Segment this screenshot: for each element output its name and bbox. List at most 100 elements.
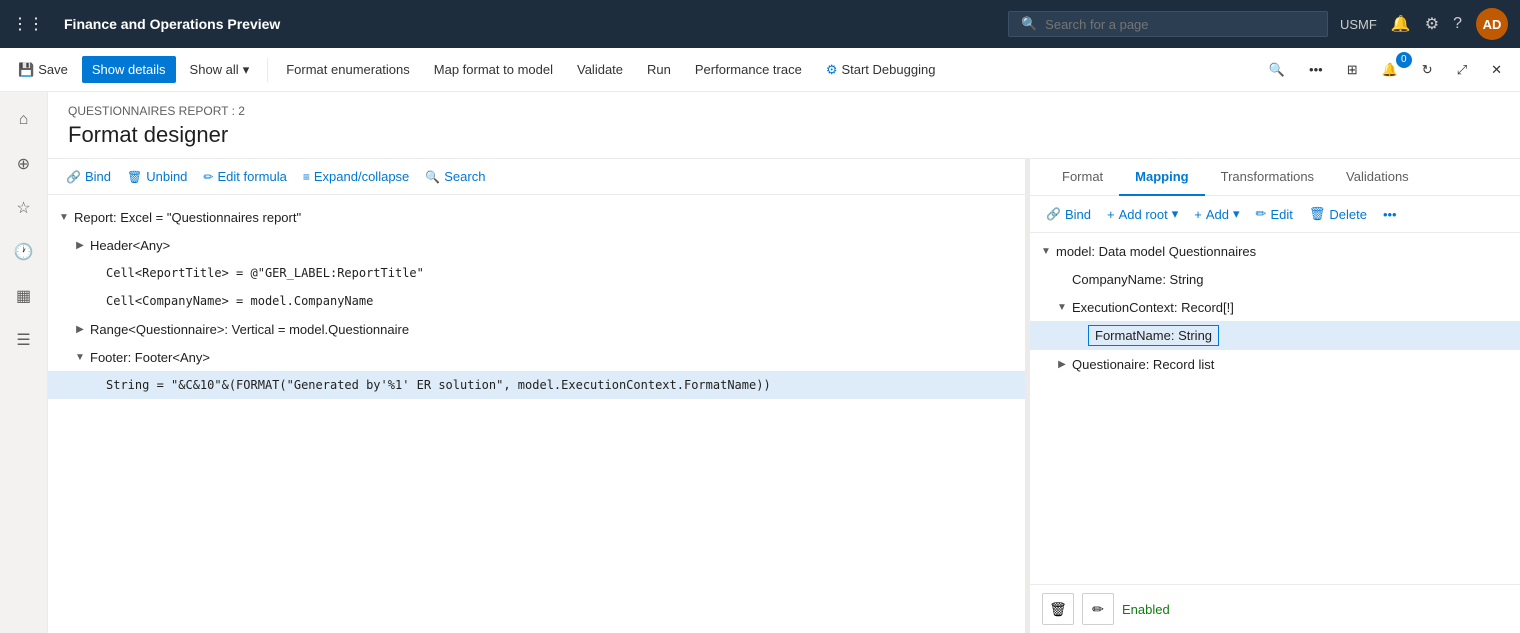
tab-mapping[interactable]: Mapping (1119, 159, 1204, 196)
help-icon[interactable]: ? (1453, 15, 1462, 33)
edit-pencil-icon: ✏ (1092, 601, 1104, 618)
format-enumerations-button[interactable]: Format enumerations (276, 56, 420, 83)
global-search[interactable]: 🔍 (1008, 11, 1328, 37)
tree-item[interactable]: ▶ Header<Any> (48, 231, 1025, 259)
mapping-bind-icon: 🔗 (1046, 207, 1061, 221)
format-toolbar: 🔗 Bind 🗑 Unbind ✏ Edit formula ≡ Expand/… (48, 159, 1025, 195)
no-expand-map-icon-2 (1070, 328, 1086, 344)
delete-mapping-button[interactable]: 🗑 Delete (1305, 204, 1371, 224)
top-nav: ⋮⋮ Finance and Operations Preview 🔍 USMF… (0, 0, 1520, 48)
run-button[interactable]: Run (637, 56, 681, 83)
edit-formula-button[interactable]: ✏ Edit formula (201, 167, 288, 186)
refresh-button[interactable]: ↻ (1412, 56, 1443, 84)
map-item-selected[interactable]: FormatName: String (1030, 321, 1520, 350)
search-input[interactable] (1045, 17, 1315, 32)
close-button[interactable]: ✕ (1481, 56, 1512, 84)
expand-collapse-button[interactable]: ≡ Expand/collapse (301, 167, 411, 186)
map-label: ExecutionContext: Record[!] (1072, 300, 1234, 315)
performance-trace-button[interactable]: Performance trace (685, 56, 812, 83)
add-button[interactable]: + Add ▾ (1190, 204, 1243, 224)
edit-mapping-button[interactable]: ✏ Edit (1252, 204, 1297, 224)
search-cmd-icon[interactable]: 🔍 (1259, 56, 1295, 84)
tree-item[interactable]: ▶ Range<Questionnaire>: Vertical = model… (48, 315, 1025, 343)
more-mapping-button[interactable]: ••• (1379, 205, 1401, 224)
grid-menu-icon[interactable]: ⋮⋮ (12, 14, 44, 34)
nav-right: USMF 🔔 ⚙ ? AD (1340, 8, 1508, 40)
collapse-map-icon-2: ▼ (1054, 299, 1070, 315)
unbind-button[interactable]: 🗑 Unbind (125, 167, 189, 186)
separator-1 (267, 58, 268, 82)
notification-count: 0 (1396, 52, 1412, 68)
map-item[interactable]: ▶ Questionaire: Record list (1030, 350, 1520, 378)
start-debugging-button[interactable]: ⚙ Start Debugging (816, 56, 946, 84)
map-item[interactable]: ▼ ExecutionContext: Record[!] (1030, 293, 1520, 321)
favorites-icon[interactable]: ☆ (4, 188, 44, 228)
no-expand-icon (88, 377, 104, 393)
save-icon: 💾 (18, 62, 34, 78)
expand-map-icon: ▶ (1054, 356, 1070, 372)
trash-icon: 🗑 (1049, 601, 1067, 618)
home-icon[interactable]: ⌂ (4, 100, 44, 140)
add-chevron: ▾ (1233, 206, 1240, 222)
chevron-down-icon: ▾ (243, 62, 250, 78)
mapping-bind-button[interactable]: 🔗 Bind (1042, 205, 1095, 224)
settings-icon[interactable]: ⚙ (1425, 14, 1439, 34)
map-label: FormatName: String (1088, 325, 1219, 346)
edit-mapping-icon: ✏ (1256, 206, 1267, 222)
notifications-button[interactable]: 🔔 0 (1372, 56, 1408, 84)
filter-icon[interactable]: ⊕ (4, 144, 44, 184)
status-badge: Enabled (1122, 602, 1170, 617)
notification-icon[interactable]: 🔔 (1391, 14, 1411, 34)
tree-item-selected[interactable]: String = "&C&10"&(FORMAT("Generated by'%… (48, 371, 1025, 399)
tree-item[interactable]: ▼ Report: Excel = "Questionnaires report… (48, 203, 1025, 231)
show-details-button[interactable]: Show details (82, 56, 176, 83)
edit-bottom-button[interactable]: ✏ (1082, 593, 1114, 625)
search-format-button[interactable]: 🔍 Search (423, 167, 487, 186)
map-label: model: Data model Questionnaires (1056, 244, 1256, 259)
tree-item[interactable]: Cell<CompanyName> = model.CompanyName (48, 287, 1025, 315)
add-root-button[interactable]: + Add root ▾ (1103, 204, 1182, 224)
tree-item[interactable]: ▼ Footer: Footer<Any> (48, 343, 1025, 371)
delete-mapping-icon: 🗑 (1309, 206, 1326, 222)
list-icon[interactable]: ☰ (4, 320, 44, 360)
map-item[interactable]: CompanyName: String (1030, 265, 1520, 293)
map-label: CompanyName: String (1072, 272, 1204, 287)
map-format-to-model-button[interactable]: Map format to model (424, 56, 563, 83)
tree-label: Report: Excel = "Questionnaires report" (74, 210, 301, 225)
bind-button[interactable]: 🔗 Bind (64, 167, 113, 186)
mapping-panel: Format Mapping Transformations Validatio… (1030, 159, 1520, 633)
no-expand-icon (88, 265, 104, 281)
page-title: Format designer (68, 122, 1500, 148)
tree-item[interactable]: Cell<ReportTitle> = @"GER_LABEL:ReportTi… (48, 259, 1025, 287)
no-expand-icon (88, 293, 104, 309)
no-expand-map-icon (1054, 271, 1070, 287)
show-all-button[interactable]: Show all ▾ (180, 56, 260, 84)
more-options-button[interactable]: ••• (1299, 56, 1333, 83)
tree-label: Cell<ReportTitle> = @"GER_LABEL:ReportTi… (106, 266, 424, 280)
map-item[interactable]: ▼ model: Data model Questionnaires (1030, 237, 1520, 265)
tree-label: Cell<CompanyName> = model.CompanyName (106, 294, 373, 308)
workspaces-icon[interactable]: ▦ (4, 276, 44, 316)
tab-validations[interactable]: Validations (1330, 159, 1425, 196)
recent-icon[interactable]: 🕐 (4, 232, 44, 272)
tree-label: Range<Questionnaire>: Vertical = model.Q… (90, 322, 409, 337)
expand-collapse-icon: ≡ (303, 170, 310, 184)
expand-icon: ▶ (72, 237, 88, 253)
tree-label: Footer: Footer<Any> (90, 350, 210, 365)
collapse-icon: ▼ (56, 209, 72, 225)
expand-button[interactable]: ⤢ (1447, 56, 1477, 84)
format-panel: 🔗 Bind 🗑 Unbind ✏ Edit formula ≡ Expand/… (48, 159, 1026, 633)
edit-formula-icon: ✏ (203, 170, 213, 184)
tab-transformations[interactable]: Transformations (1205, 159, 1330, 196)
left-sidebar: ⌂ ⊕ ☆ 🕐 ▦ ☰ (0, 92, 48, 633)
main-layout: ⌂ ⊕ ☆ 🕐 ▦ ☰ QUESTIONNAIRES REPORT : 2 Fo… (0, 92, 1520, 633)
delete-bottom-button[interactable]: 🗑 (1042, 593, 1074, 625)
collapse-map-icon: ▼ (1038, 243, 1054, 259)
save-button[interactable]: 💾 Save (8, 56, 78, 84)
tree-label: Header<Any> (90, 238, 170, 253)
tab-format[interactable]: Format (1046, 159, 1119, 196)
pinned-icon[interactable]: ⊞ (1337, 56, 1368, 84)
usmf-label: USMF (1340, 17, 1377, 32)
avatar: AD (1476, 8, 1508, 40)
validate-button[interactable]: Validate (567, 56, 633, 83)
